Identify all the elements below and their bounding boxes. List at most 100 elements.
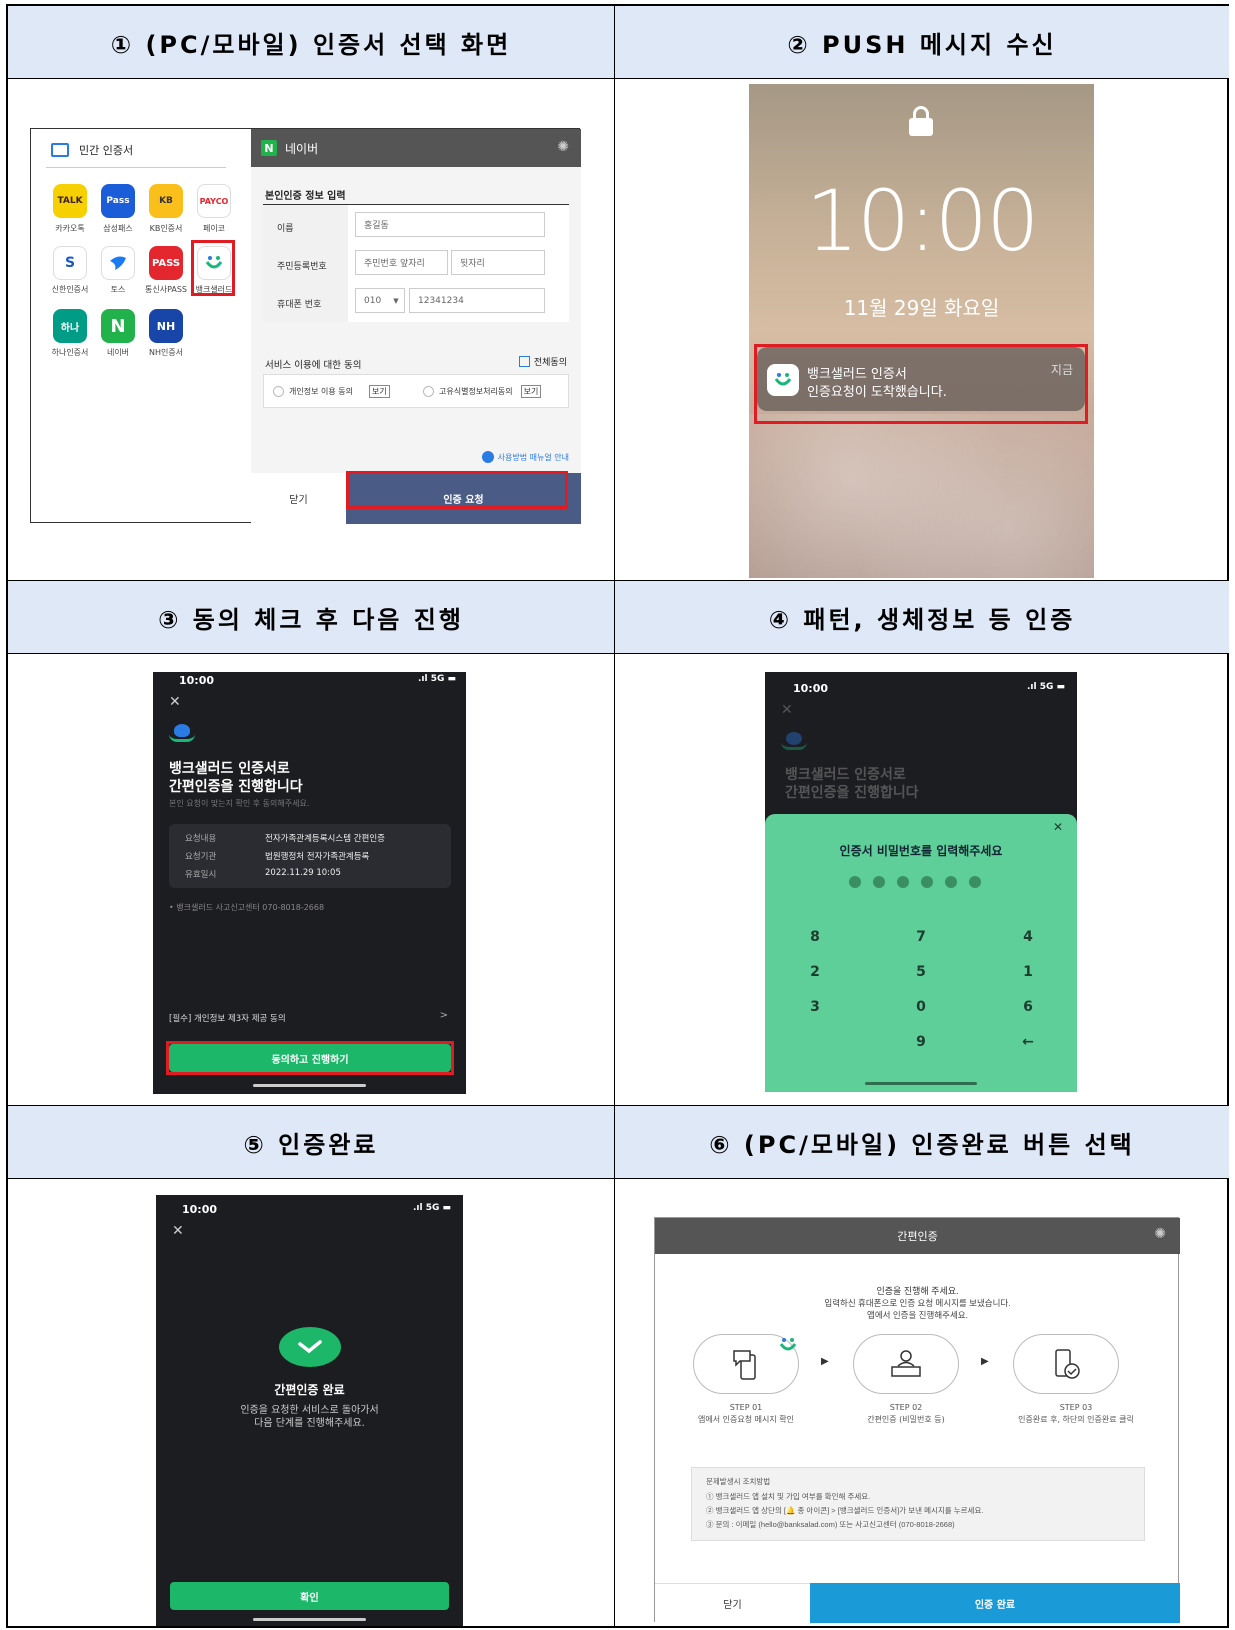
- banksalad-shield-icon: [169, 724, 195, 744]
- pass-icon[interactable]: PASS: [149, 246, 183, 280]
- key-3[interactable]: 3: [800, 999, 830, 1015]
- hana-icon[interactable]: 하나: [53, 309, 87, 343]
- header-step-4: ④ 패턴, 생체정보 등 인증: [615, 581, 1229, 654]
- title-line-1: 뱅크샐러드 인증서로: [169, 761, 290, 777]
- toss-icon[interactable]: [101, 246, 135, 280]
- nh-icon[interactable]: NH: [149, 309, 183, 343]
- key-9[interactable]: 9: [906, 1034, 936, 1050]
- header-step-5: ⑤ 인증완료: [8, 1106, 614, 1179]
- subtitle: 본인 요청이 맞는지 확인 후 동의해주세요.: [169, 799, 310, 808]
- radio-icon: [423, 386, 434, 397]
- complete-desc-2: 다음 단계를 진행해주세요.: [254, 1418, 365, 1429]
- auth-complete-screen: 간편인증 ✺ 인증을 진행해 주세요. 입력하신 휴대폰으로 인증 요청 메시지…: [654, 1217, 1180, 1623]
- home-indicator: [865, 1082, 977, 1085]
- title-line-2: 간편인증을 진행합니다: [785, 785, 919, 801]
- naver-logo-icon: N: [261, 140, 277, 156]
- troubleshoot-title: 문제발생시 조치방법: [706, 1477, 771, 1486]
- step-number: STEP 01: [729, 1403, 763, 1412]
- rrn-front-field[interactable]: 주민번호 앞자리: [355, 250, 448, 275]
- auth-complete-button[interactable]: 인증 완료: [810, 1583, 1180, 1623]
- status-signal: .ıl 5G ▬: [1026, 682, 1065, 692]
- troubleshoot-box: 문제발생시 조치방법 ① 뱅크샐러드 앱 설치 및 가입 여부를 확인해 주세요…: [691, 1467, 1145, 1541]
- info-value: 2022.11.29 10:05: [265, 868, 341, 878]
- rrn-back-field[interactable]: 뒷자리: [451, 250, 545, 275]
- phone-label: 휴대폰 번호: [277, 300, 322, 310]
- view-button[interactable]: 보기: [520, 385, 542, 398]
- divider: [46, 167, 226, 168]
- consent-item-1[interactable]: 개인정보 이용 동의 보기: [273, 385, 390, 398]
- app-label: NH인증서: [148, 348, 184, 357]
- phone-number-field[interactable]: 12341234: [409, 288, 545, 313]
- step-desc: 간편인증 (비밀번호 등): [867, 1415, 945, 1424]
- home-indicator: [253, 1084, 366, 1087]
- key-4[interactable]: 4: [1013, 929, 1043, 945]
- confirm-button[interactable]: 확인: [170, 1582, 449, 1610]
- samsung-pass-icon[interactable]: Pass: [101, 184, 135, 218]
- info-value: 전자가족관계등록시스템 간편인증: [265, 834, 386, 844]
- info-value: 법원행정처 전자가족관계등록: [265, 852, 370, 862]
- status-signal: .ıl 5G ▬: [412, 1203, 451, 1213]
- key-1[interactable]: 1: [1013, 964, 1043, 980]
- pin-dot: [969, 876, 981, 888]
- view-button[interactable]: 보기: [368, 385, 390, 398]
- header-text: ④ 패턴, 생체정보 등 인증: [768, 605, 1076, 634]
- manual-link[interactable]: 사용방법 매뉴얼 안내: [481, 451, 569, 463]
- header-step-2: ② PUSH 메시지 수신: [615, 6, 1229, 79]
- phone-prefix-select[interactable]: 010 ▼: [355, 288, 405, 313]
- header-text: ⑤ 인증완료: [243, 1130, 379, 1159]
- close-icon[interactable]: ✕: [1053, 820, 1063, 834]
- status-time: 10:00: [179, 674, 215, 687]
- consent-item[interactable]: [필수] 개인정보 제3자 제공 동의: [169, 1012, 286, 1024]
- close-icon[interactable]: ✕: [781, 702, 793, 718]
- name-field[interactable]: 홍길동: [355, 212, 545, 237]
- shinhan-icon[interactable]: S: [53, 246, 87, 280]
- chevron-right-icon[interactable]: >: [440, 1010, 448, 1021]
- header-step-6: ⑥ (PC/모바일) 인증완료 버튼 선택: [615, 1106, 1229, 1179]
- kakaotalk-icon[interactable]: TALK: [53, 184, 87, 218]
- settings-icon: ✺: [557, 139, 569, 155]
- header-text: ③ 동의 체크 후 다음 진행: [158, 605, 464, 634]
- pin-dot: [921, 876, 933, 888]
- close-icon[interactable]: ✕: [172, 1223, 184, 1239]
- cert-select-screen: 민간 인증서 TALK 카카오톡 Pass 삼성패스 KB KB인증서 PAYC…: [30, 128, 581, 524]
- key-8[interactable]: 8: [800, 929, 830, 945]
- home-indicator: [253, 1618, 366, 1621]
- banksalad-icon: [777, 1334, 799, 1356]
- header-text: ② PUSH 메시지 수신: [787, 30, 1057, 59]
- payco-icon[interactable]: PAYCO: [197, 184, 231, 218]
- info-key: 유효일시: [185, 870, 217, 880]
- naver-icon[interactable]: N: [101, 309, 135, 343]
- highlight-box: [754, 344, 1088, 424]
- cert-icon: [51, 143, 69, 157]
- consent-item-2[interactable]: 고유식별정보처리동의 보기: [423, 385, 542, 398]
- key-5[interactable]: 5: [906, 964, 936, 980]
- info-key: 요청내용: [185, 834, 217, 844]
- troubleshoot-item: ① 뱅크샐러드 앱 설치 및 가입 여부를 확인해 주세요.: [706, 1492, 871, 1501]
- naver-auth-pane: N 네이버 ✺ 본인인증 정보 입력 이름 홍길동 주민등록번호 주민번호 앞자리…: [251, 129, 581, 524]
- key-2[interactable]: 2: [800, 964, 830, 980]
- check-icon: [279, 1327, 341, 1367]
- header-text: ① (PC/모바일) 인증서 선택 화면: [110, 30, 512, 59]
- header-text: ⑥ (PC/모바일) 인증완료 버튼 선택: [709, 1130, 1135, 1159]
- kb-icon[interactable]: KB: [149, 184, 183, 218]
- close-button[interactable]: 닫기: [655, 1583, 810, 1623]
- divider: [614, 6, 615, 1626]
- lock-screen: 10:00 11월 29일 화요일 뱅크샐러드 인증서 인증요청이 도착했습니다…: [749, 84, 1094, 578]
- agree-all-checkbox[interactable]: 전체동의: [518, 355, 567, 368]
- cloud-background: [749, 414, 1094, 578]
- step-2-icon: [853, 1334, 959, 1394]
- key-6[interactable]: 6: [1013, 999, 1043, 1015]
- step-desc: 인증완료 후, 하단의 인증완료 클릭: [1018, 1415, 1134, 1424]
- key-0[interactable]: 0: [906, 999, 936, 1015]
- clock-date: 11월 29일 화요일: [843, 296, 1000, 320]
- header-step-1: ① (PC/모바일) 인증서 선택 화면: [8, 6, 614, 79]
- close-button[interactable]: 닫기: [251, 473, 346, 524]
- backspace-icon[interactable]: ←: [1013, 1034, 1043, 1050]
- key-7[interactable]: 7: [906, 929, 936, 945]
- info-key: 요청기관: [185, 852, 217, 862]
- arrow-right-icon: ▶: [821, 1356, 829, 1367]
- step-3-icon: [1013, 1334, 1119, 1394]
- cert-list-pane: 민간 인증서 TALK 카카오톡 Pass 삼성패스 KB KB인증서 PAYC…: [31, 129, 251, 524]
- banksalad-shield-icon: [781, 732, 807, 752]
- close-icon[interactable]: ✕: [169, 694, 181, 710]
